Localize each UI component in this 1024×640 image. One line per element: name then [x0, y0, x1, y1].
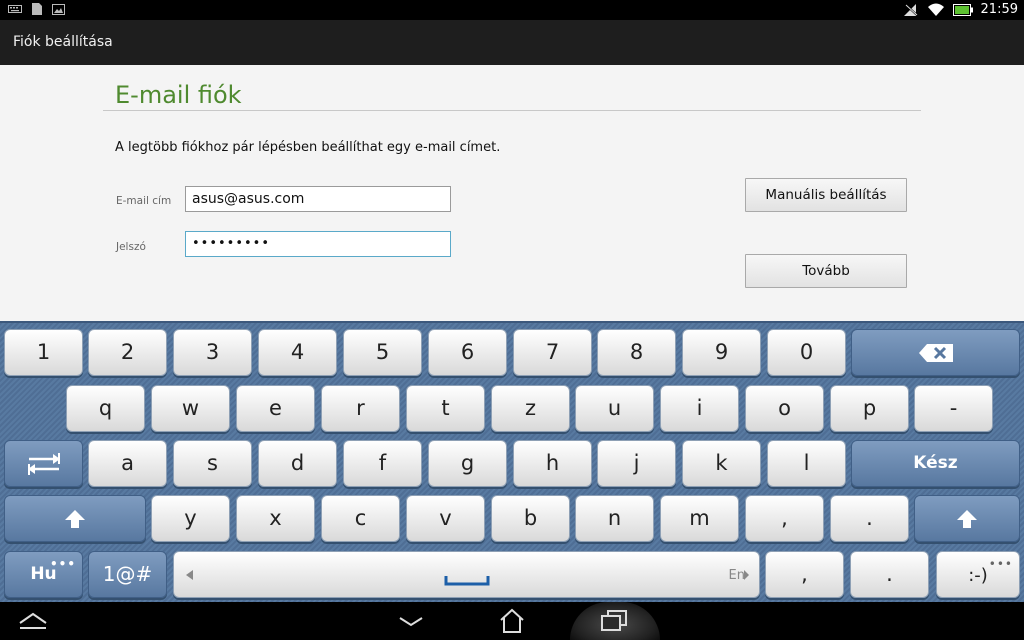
key-h[interactable]: h — [513, 440, 592, 487]
key-d[interactable]: d — [258, 440, 337, 487]
space-key[interactable]: En — [173, 551, 760, 598]
input-switch-key[interactable] — [4, 440, 83, 487]
page-heading: E-mail fiók — [115, 81, 242, 109]
key-c[interactable]: c — [321, 495, 400, 542]
key-y[interactable]: y — [151, 495, 230, 542]
key-b[interactable]: b — [491, 495, 570, 542]
shift-icon — [65, 510, 85, 528]
password-field[interactable]: ••••••••• — [185, 231, 451, 257]
key-comma[interactable]: , — [765, 551, 844, 598]
email-field[interactable]: asus@asus.com — [185, 186, 451, 212]
home-icon[interactable] — [499, 608, 525, 634]
language-key[interactable]: Hu ••• — [4, 551, 83, 598]
done-key[interactable]: Kész — [851, 440, 1020, 487]
key-8[interactable]: 8 — [597, 329, 676, 376]
manual-setup-button[interactable]: Manuális beállítás — [745, 178, 907, 212]
key-period[interactable]: . — [850, 551, 929, 598]
key-4[interactable]: 4 — [258, 329, 337, 376]
key-f[interactable]: f — [343, 440, 422, 487]
image-notification-icon — [52, 3, 65, 15]
back-chevron-icon[interactable] — [398, 616, 424, 628]
wifi-icon — [927, 3, 944, 16]
key-i[interactable]: i — [660, 385, 739, 432]
battery-icon — [952, 3, 973, 16]
keyboard-notification-icon — [8, 5, 22, 13]
heading-divider — [103, 110, 921, 111]
shift-key-left[interactable] — [4, 495, 146, 542]
key-hyphen[interactable]: - — [914, 385, 993, 432]
key-w[interactable]: w — [151, 385, 230, 432]
key-t[interactable]: t — [406, 385, 485, 432]
key-s[interactable]: s — [173, 440, 252, 487]
key-3[interactable]: 3 — [173, 329, 252, 376]
key-period-row4[interactable]: . — [830, 495, 909, 542]
chevron-up-icon[interactable] — [18, 611, 48, 631]
document-notification-icon — [32, 3, 42, 15]
setup-description: A legtöbb fiókhoz pár lépésben beállítha… — [115, 140, 501, 155]
symbols-key[interactable]: 1@# — [88, 551, 167, 598]
key-u[interactable]: u — [575, 385, 654, 432]
shift-icon — [957, 510, 977, 528]
status-system: 21:59 — [903, 2, 1018, 17]
space-language-label: En — [728, 568, 745, 583]
key-g[interactable]: g — [428, 440, 507, 487]
status-time: 21:59 — [980, 2, 1018, 17]
chevron-right-icon — [744, 570, 749, 580]
key-m[interactable]: m — [660, 495, 739, 542]
chevron-left-icon — [186, 570, 193, 580]
key-l[interactable]: l — [767, 440, 846, 487]
key-n[interactable]: n — [575, 495, 654, 542]
key-comma-row4[interactable]: , — [745, 495, 824, 542]
key-z[interactable]: z — [491, 385, 570, 432]
key-e[interactable]: e — [236, 385, 315, 432]
key-p[interactable]: p — [830, 385, 909, 432]
on-screen-keyboard: 1 2 3 4 5 6 7 8 9 0 q w e r t z u i o p … — [0, 321, 1024, 602]
smiley-label: :-) — [968, 565, 988, 586]
key-q[interactable]: q — [66, 385, 145, 432]
space-bar-icon — [444, 576, 490, 586]
navigation-bar — [0, 602, 1024, 640]
key-9[interactable]: 9 — [682, 329, 761, 376]
action-bar: Fiók beállítása — [0, 20, 1024, 65]
key-7[interactable]: 7 — [513, 329, 592, 376]
shift-key-right[interactable] — [914, 495, 1020, 542]
more-smileys-indicator: ••• — [988, 557, 1013, 571]
key-r[interactable]: r — [321, 385, 400, 432]
email-label: E-mail cím — [116, 195, 172, 207]
key-5[interactable]: 5 — [343, 329, 422, 376]
app-title: Fiók beállítása — [13, 34, 113, 50]
key-v[interactable]: v — [406, 495, 485, 542]
switch-arrows-icon — [27, 453, 60, 475]
next-button[interactable]: Tovább — [745, 254, 907, 288]
key-2[interactable]: 2 — [88, 329, 167, 376]
account-setup-form: E-mail fiók A legtöbb fiókhoz pár lépésb… — [0, 65, 1024, 321]
key-o[interactable]: o — [745, 385, 824, 432]
password-label: Jelszó — [116, 241, 146, 253]
status-notifications — [8, 3, 65, 15]
key-1[interactable]: 1 — [4, 329, 83, 376]
key-0[interactable]: 0 — [767, 329, 846, 376]
backspace-key[interactable] — [851, 329, 1020, 376]
smiley-key[interactable]: :-) ••• — [936, 551, 1020, 598]
key-j[interactable]: j — [597, 440, 676, 487]
signal-off-icon — [903, 2, 919, 17]
key-6[interactable]: 6 — [428, 329, 507, 376]
more-options-indicator: ••• — [49, 557, 76, 571]
key-x[interactable]: x — [236, 495, 315, 542]
key-a[interactable]: a — [88, 440, 167, 487]
recent-apps-icon[interactable] — [601, 610, 627, 632]
backspace-icon — [918, 344, 953, 362]
key-k[interactable]: k — [682, 440, 761, 487]
status-bar: 21:59 — [0, 0, 1024, 20]
